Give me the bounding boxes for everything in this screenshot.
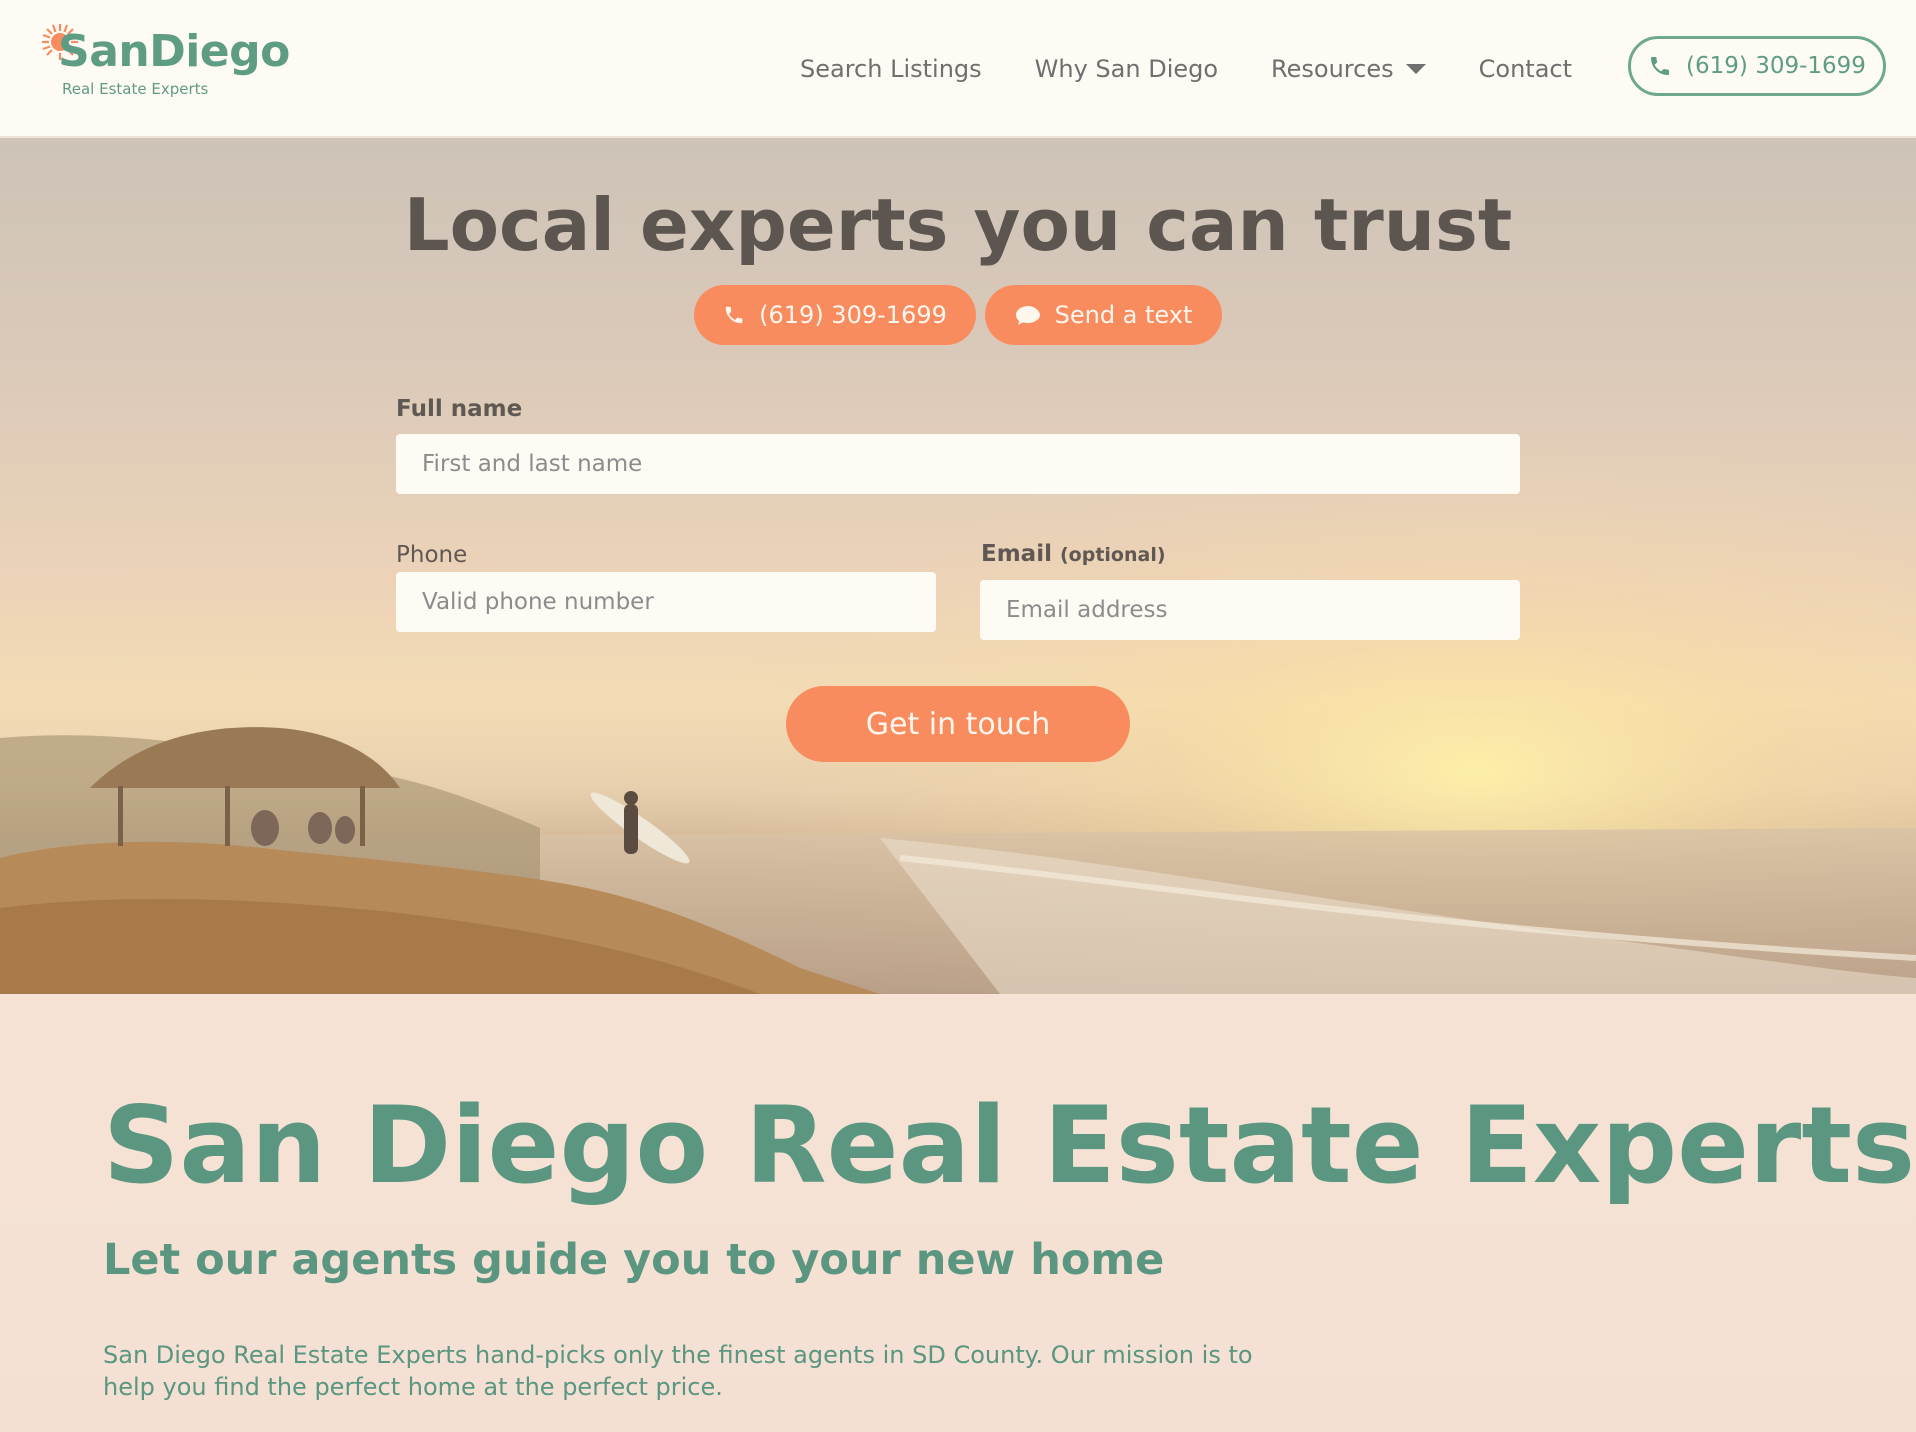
nav-resources[interactable]: Resources: [1271, 57, 1426, 81]
nav-search-listings[interactable]: Search Listings: [800, 57, 982, 81]
logo-wordmark: SanDiego: [58, 26, 290, 77]
email-label-text: Email: [981, 541, 1052, 567]
phone-input[interactable]: [396, 572, 936, 632]
phone-icon: [725, 306, 743, 324]
phone-label: Phone: [396, 542, 468, 568]
call-button-label: (619) 309-1699: [759, 301, 947, 329]
full-name-label: Full name: [396, 396, 523, 422]
call-button[interactable]: (619) 309-1699: [694, 285, 976, 345]
header-phone-label: (619) 309-1699: [1686, 53, 1866, 79]
email-input[interactable]: [980, 580, 1520, 640]
nav-contact[interactable]: Contact: [1479, 57, 1572, 81]
hero-section: Local experts you can trust (619) 309-16…: [0, 138, 1916, 994]
nav-resources-label: Resources: [1271, 54, 1394, 83]
about-body-text: San Diego Real Estate Experts hand-picks…: [103, 1341, 1253, 1402]
main-nav: Search Listings Why San Diego Resources …: [800, 0, 1625, 137]
full-name-input[interactable]: [396, 434, 1520, 494]
caret-down-icon: [1405, 63, 1426, 74]
site-logo[interactable]: SanDiego Real Estate Experts: [40, 22, 290, 102]
email-label: Email (optional): [981, 541, 1166, 567]
phone-icon: [1651, 57, 1670, 75]
header-phone-button[interactable]: (619) 309-1699: [1628, 36, 1886, 96]
site-header: SanDiego Real Estate Experts Search List…: [0, 0, 1916, 137]
chat-bubble-icon: [1015, 306, 1040, 325]
about-subtitle: Let our agents guide you to your new hom…: [103, 1235, 1165, 1285]
hero-title: Local experts you can trust: [403, 183, 1513, 267]
nav-why-san-diego[interactable]: Why San Diego: [1035, 57, 1218, 81]
logo-tagline: Real Estate Experts: [62, 80, 209, 98]
get-in-touch-button[interactable]: Get in touch: [786, 686, 1130, 762]
send-text-label: Send a text: [1054, 301, 1193, 329]
email-optional-note: (optional): [1059, 544, 1166, 566]
send-text-button[interactable]: Send a text: [985, 285, 1222, 345]
about-title: San Diego Real Estate Experts: [103, 1084, 1916, 1207]
about-section: San Diego Real Estate Experts Let our ag…: [0, 994, 1916, 1432]
